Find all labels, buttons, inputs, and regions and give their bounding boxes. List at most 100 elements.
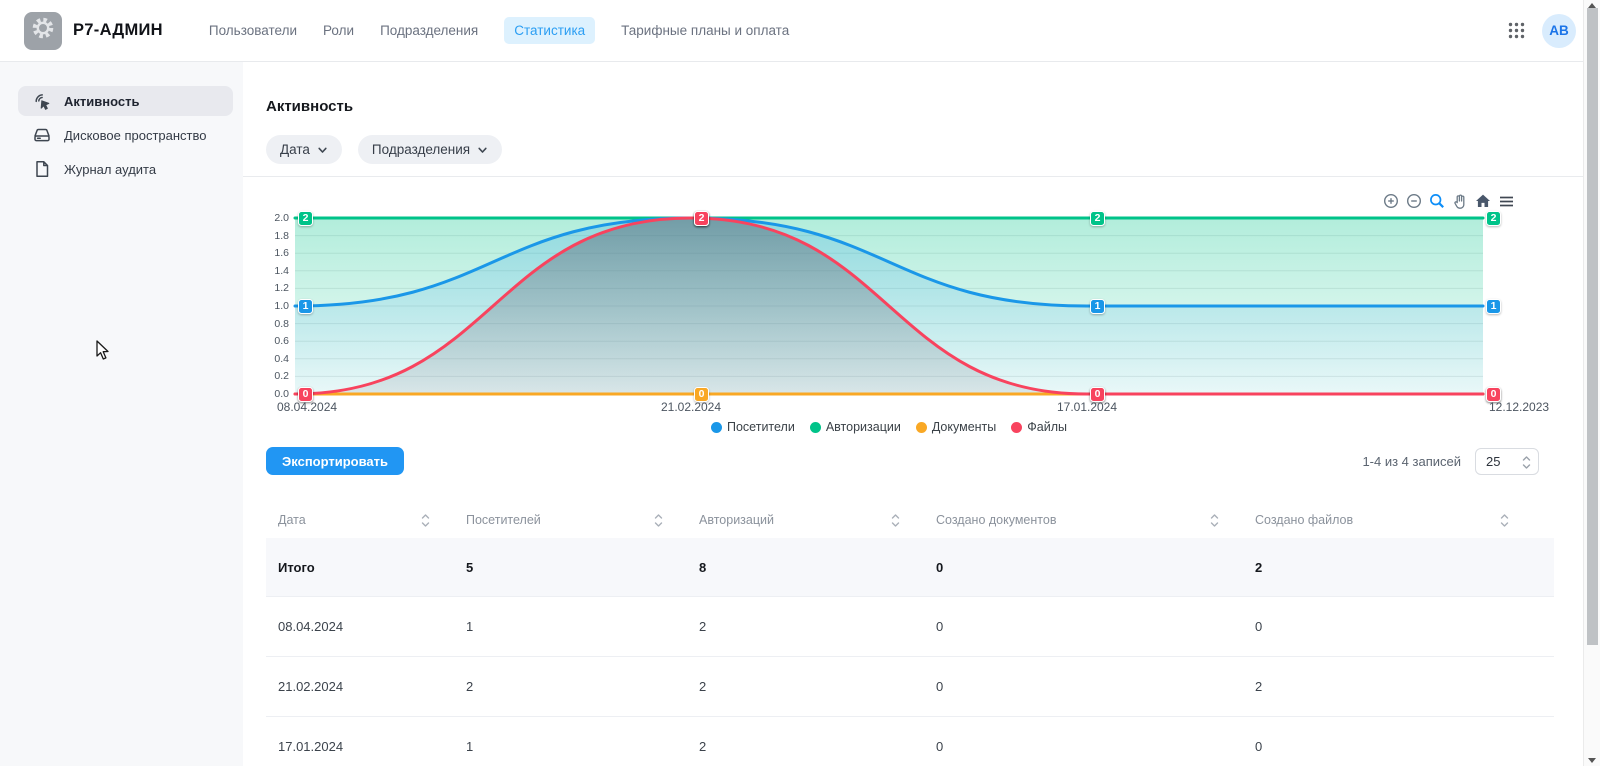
- sort-icon[interactable]: [1500, 513, 1509, 528]
- activity-chart: 2.01.81.61.41.21.00.80.60.40.20.0 121122…: [266, 190, 1577, 434]
- reset-zoom-icon[interactable]: [1474, 192, 1492, 210]
- sidebar: Активность Дисковое пространство Журнал ау…: [0, 62, 243, 766]
- apps-grid-icon[interactable]: [1506, 21, 1526, 41]
- top-nav-item-5[interactable]: Тарифные планы и оплата: [621, 23, 789, 38]
- y-axis-label: 0.8: [274, 318, 289, 330]
- sort-icon[interactable]: [654, 513, 663, 528]
- topbar: Р7-АДМИН ПользователиРолиПодразделенияСт…: [0, 0, 1600, 62]
- chevron-down-icon: [477, 145, 488, 156]
- legend-marker: [916, 422, 927, 433]
- y-axis-label: 0.2: [274, 370, 289, 382]
- x-axis-label: 21.02.2024: [661, 400, 721, 414]
- stepper-icon: [1522, 455, 1531, 470]
- export-button[interactable]: Экспортировать: [266, 447, 404, 475]
- row-value: 1: [440, 739, 673, 754]
- chevron-down-icon: [317, 145, 328, 156]
- row-value: 2: [673, 619, 910, 634]
- table-row[interactable]: 08.04.20241200: [266, 596, 1554, 656]
- disk-space-icon: [32, 125, 52, 145]
- sidebar-item[interactable]: Дисковое пространство: [18, 120, 233, 150]
- activity-click-icon: [32, 91, 52, 111]
- total-value: 8: [673, 560, 910, 575]
- top-nav-item-2[interactable]: Роли: [323, 23, 354, 38]
- row-value: 2: [440, 679, 673, 694]
- total-value: 2: [1229, 560, 1554, 575]
- filter-departments-dropdown[interactable]: Подразделения: [358, 135, 502, 164]
- avatar[interactable]: АВ: [1542, 14, 1576, 48]
- legend-marker: [711, 422, 722, 433]
- page-size-select[interactable]: 25: [1475, 448, 1539, 475]
- scroll-down-icon[interactable]: [1588, 758, 1596, 763]
- row-value: 0: [910, 679, 1229, 694]
- y-axis-label: 0.4: [274, 353, 289, 365]
- legend-item[interactable]: Файлы: [1011, 420, 1067, 434]
- top-nav-item-4[interactable]: Статистика: [504, 17, 595, 44]
- column-header[interactable]: Создано документов: [910, 513, 1229, 528]
- selection-zoom-icon[interactable]: [1428, 192, 1446, 210]
- total-value: 0: [910, 560, 1229, 575]
- filter-date-dropdown[interactable]: Дата: [266, 135, 342, 164]
- legend-label: Авторизации: [826, 420, 901, 434]
- total-value: 5: [440, 560, 673, 575]
- sidebar-item[interactable]: Активность: [18, 86, 233, 116]
- row-value: 0: [910, 739, 1229, 754]
- y-axis: 2.01.81.61.41.21.00.80.60.40.20.0: [266, 218, 295, 394]
- y-axis-label: 1.2: [274, 282, 289, 294]
- legend-item[interactable]: Посетители: [711, 420, 795, 434]
- top-nav-item-3[interactable]: Подразделения: [380, 23, 478, 38]
- table-header-row: ДатаПосетителейАвторизаций Создано докуме…: [266, 502, 1554, 538]
- plot-area[interactable]: 1211222200000200 08.04.202421.02.202417.…: [295, 218, 1483, 394]
- activity-table: ДатаПосетителейАвторизаций Создано докуме…: [266, 502, 1554, 766]
- row-value: 0: [1229, 619, 1554, 634]
- top-nav-item-1[interactable]: Пользователи: [209, 23, 297, 38]
- panning-icon[interactable]: [1451, 192, 1469, 210]
- column-label: Создано документов: [936, 513, 1056, 527]
- row-value: 2: [673, 739, 910, 754]
- legend-item[interactable]: Авторизации: [810, 420, 901, 434]
- sort-icon[interactable]: [1210, 513, 1219, 528]
- row-date: 17.01.2024: [266, 739, 440, 754]
- data-label: 2: [1486, 211, 1501, 226]
- main-content: Активность ДатаПодразделения 2.01.81.61.…: [243, 62, 1600, 766]
- sidebar-item-label: Журнал аудита: [64, 162, 156, 177]
- row-value: 2: [673, 679, 910, 694]
- sidebar-item-label: Дисковое пространство: [64, 128, 207, 143]
- scrollbar[interactable]: [1583, 0, 1600, 766]
- column-header[interactable]: Создано файлов: [1229, 513, 1554, 528]
- column-header[interactable]: Дата: [266, 513, 440, 528]
- page-title: Активность: [266, 98, 1577, 115]
- y-axis-label: 0.6: [274, 335, 289, 347]
- row-date: 08.04.2024: [266, 619, 440, 634]
- sort-icon[interactable]: [421, 513, 430, 528]
- app-root: Р7-АДМИН ПользователиРолиПодразделенияСт…: [0, 0, 1600, 766]
- row-value: 2: [1229, 679, 1554, 694]
- menu-icon[interactable]: [1497, 192, 1515, 210]
- legend-label: Посетители: [727, 420, 795, 434]
- zoom-in-icon[interactable]: [1382, 192, 1400, 210]
- page-size-value: 25: [1486, 454, 1500, 469]
- column-header[interactable]: Авторизаций: [673, 513, 910, 528]
- zoom-out-icon[interactable]: [1405, 192, 1423, 210]
- chart-body: 2.01.81.61.41.21.00.80.60.40.20.0 121122…: [266, 190, 1577, 394]
- scrollbar-thumb[interactable]: [1587, 8, 1598, 645]
- x-axis: 08.04.202421.02.202417.01.202412.12.2023: [295, 400, 1483, 418]
- data-label: 1: [1486, 299, 1501, 314]
- x-axis-label: 08.04.2024: [277, 400, 337, 414]
- y-axis-label: 0.0: [274, 388, 289, 400]
- chart-legend: Посетители Авторизации Документы Файлы: [295, 420, 1483, 434]
- column-header[interactable]: Посетителей: [440, 513, 673, 528]
- table-row[interactable]: 17.01.20241200: [266, 716, 1554, 766]
- top-nav: Пользователи Роли Подразделения Статистика Т…: [209, 17, 789, 44]
- x-axis-label: 12.12.2023: [1489, 400, 1549, 414]
- chart-canvas: [295, 218, 1483, 394]
- table-total-row: Итого5802: [266, 538, 1554, 596]
- sort-icon[interactable]: [891, 513, 900, 528]
- sidebar-item[interactable]: Журнал аудита: [18, 154, 233, 184]
- legend-item[interactable]: Документы: [916, 420, 996, 434]
- row-value: 0: [910, 619, 1229, 634]
- legend-marker: [1011, 422, 1022, 433]
- table-row[interactable]: 21.02.20242202: [266, 656, 1554, 716]
- y-axis-label: 1.4: [274, 265, 289, 277]
- actions-row: Экспортировать 1-4 из 4 записей 25: [266, 447, 1577, 475]
- x-axis-label: 17.01.2024: [1057, 400, 1117, 414]
